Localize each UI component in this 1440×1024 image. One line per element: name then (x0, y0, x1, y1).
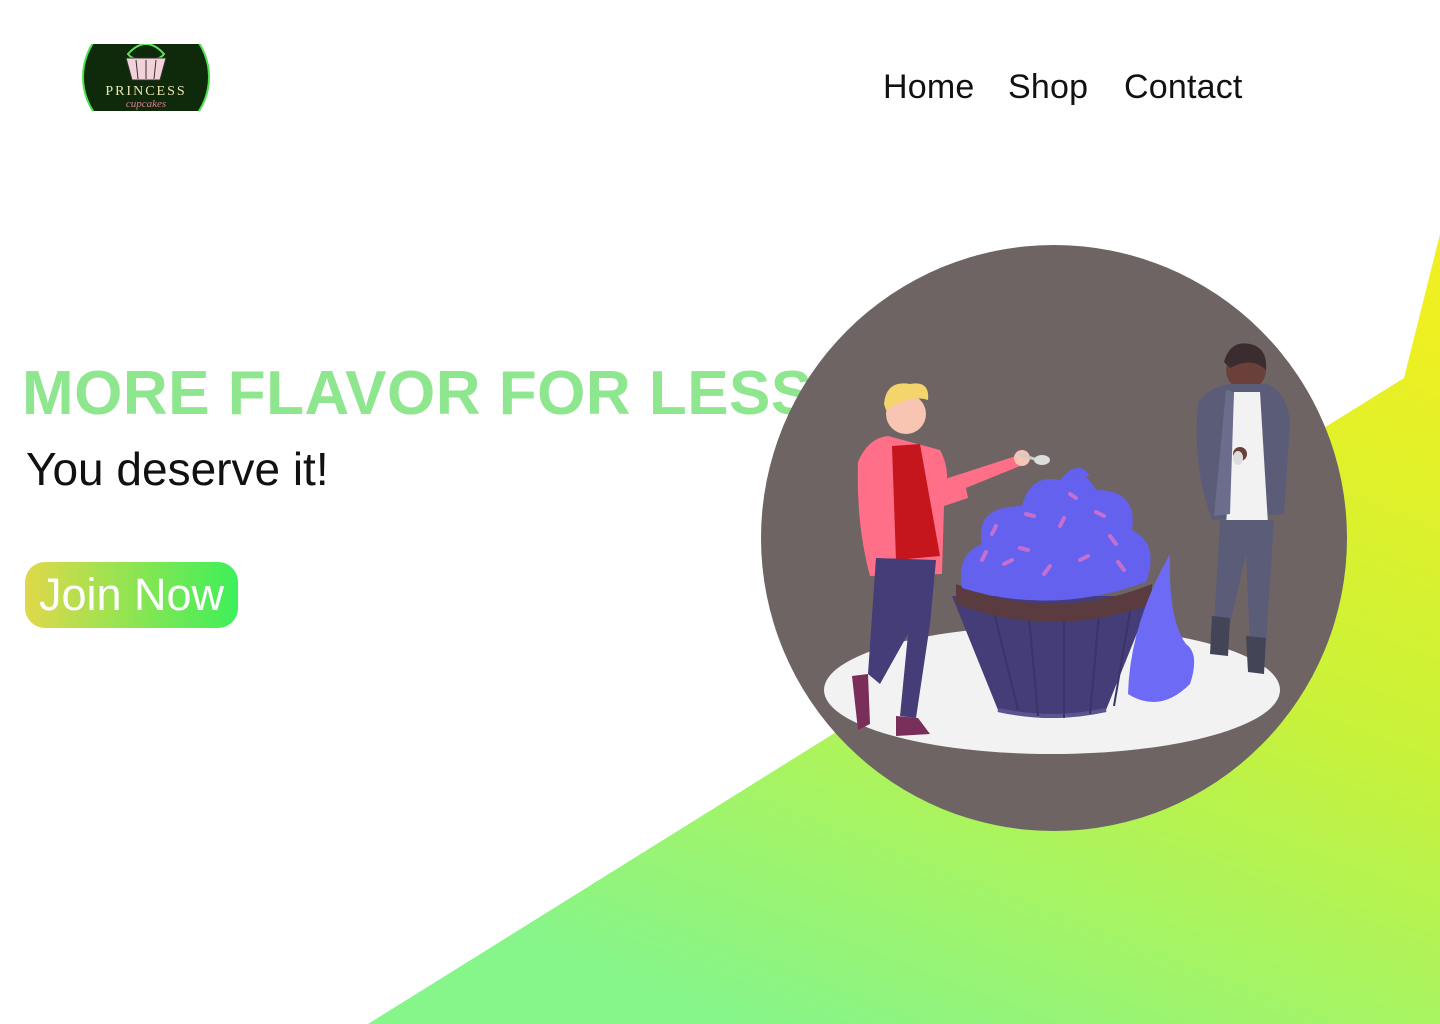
hero-illustration (761, 245, 1347, 831)
hero-title: MORE FLAVOR FOR LESS (22, 359, 813, 428)
join-now-button[interactable]: Join Now (25, 562, 238, 628)
main-nav: Home Shop Contact (0, 68, 1440, 112)
nav-contact-link[interactable]: Contact (1124, 68, 1243, 107)
nav-home-link[interactable]: Home (883, 68, 975, 107)
hero-subtitle: You deserve it! (26, 443, 329, 495)
nav-shop-link[interactable]: Shop (1008, 68, 1088, 107)
